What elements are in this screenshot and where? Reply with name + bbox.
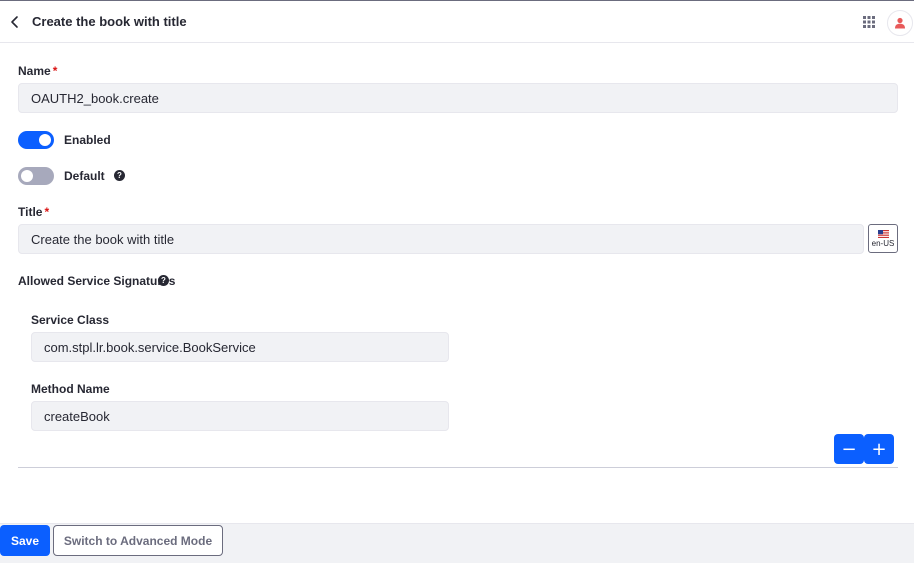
remove-signature-button[interactable]: − (834, 434, 864, 464)
enabled-toggle[interactable] (18, 131, 54, 149)
required-mark: * (44, 205, 50, 219)
question-circle-icon[interactable]: ? (114, 170, 125, 181)
enabled-label: Enabled (64, 133, 111, 147)
service-class-label: Service Class (31, 313, 110, 327)
signatures-label: Allowed Service Signatures (18, 274, 176, 288)
save-button[interactable]: Save (0, 525, 50, 556)
form-footer: Save Switch to Advanced Mode (0, 523, 914, 563)
locale-selector-button[interactable]: en-US (868, 224, 898, 253)
toggle-knob (39, 134, 51, 146)
method-name-label: Method Name (31, 382, 110, 396)
name-input[interactable] (18, 83, 898, 113)
question-circle-icon[interactable]: ? (158, 275, 169, 286)
required-mark: * (52, 64, 58, 78)
default-label: Default (64, 169, 105, 183)
title-input[interactable] (18, 224, 864, 254)
default-toggle[interactable] (18, 167, 54, 185)
back-button[interactable] (6, 11, 24, 33)
user-avatar-button[interactable] (887, 10, 913, 36)
toggle-knob (21, 170, 33, 182)
title-label-text: Title (18, 205, 43, 219)
service-class-input[interactable] (31, 332, 449, 362)
name-label-text: Name (18, 64, 51, 78)
section-divider (18, 467, 898, 468)
apps-menu-button[interactable] (862, 15, 876, 29)
page-title: Create the book with title (32, 14, 187, 29)
top-bar: Create the book with title (0, 0, 914, 43)
title-label: Title * (18, 205, 49, 219)
grid-icon (863, 16, 875, 28)
name-label: Name * (18, 64, 57, 78)
us-flag-icon (877, 229, 889, 238)
user-icon (895, 17, 905, 29)
switch-advanced-mode-button[interactable]: Switch to Advanced Mode (53, 525, 223, 556)
locale-code: en-US (871, 238, 895, 248)
add-signature-button[interactable]: + (864, 434, 894, 464)
chevron-left-icon (11, 16, 18, 28)
method-name-input[interactable] (31, 401, 449, 431)
